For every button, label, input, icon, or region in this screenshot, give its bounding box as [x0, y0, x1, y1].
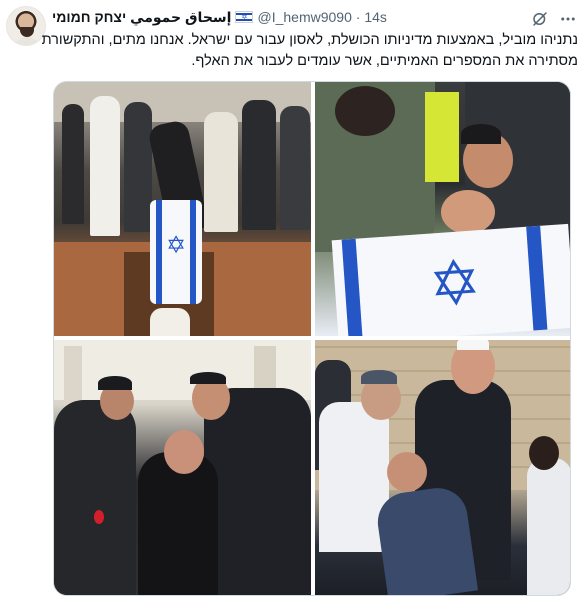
woman-right: [527, 458, 570, 595]
mourner-figure: [280, 106, 310, 230]
photo-collapsed-mourner[interactable]: [315, 340, 570, 595]
safety-vest: [425, 92, 459, 182]
woman-right-hair: [529, 436, 559, 470]
mourner-figure: [62, 104, 84, 224]
author-line: إسحاق حمومي יצחק חמומי ✡ @I_hemw9090 · 14s: [52, 9, 387, 27]
media-grid: ✡ ✡: [53, 81, 571, 596]
flag-draped-body: ✡: [150, 200, 202, 304]
man-right: [204, 388, 311, 595]
man-left: [54, 400, 136, 595]
timestamp[interactable]: 14s: [364, 9, 387, 25]
mourner-figure: [124, 102, 152, 232]
tweet-text: נתניהו מוביל, באמצעות מדיניותו הכושלת, ל…: [41, 32, 578, 69]
woman-face: [164, 430, 204, 474]
mourner-figure: [204, 112, 238, 232]
kippah: [457, 340, 489, 350]
kippah: [190, 372, 226, 384]
israel-flag-icon: ✡: [235, 11, 254, 23]
photo-mourners-flag[interactable]: ✡: [315, 82, 570, 336]
photo-funeral-grave[interactable]: ✡: [54, 82, 311, 336]
more-icon[interactable]: [557, 8, 579, 30]
separator-dot: ·: [355, 9, 361, 25]
grok-icon[interactable]: [529, 8, 551, 30]
kippah: [461, 124, 501, 144]
woman-patterned-dress: [373, 484, 479, 595]
author-handle[interactable]: @I_hemw9090: [257, 9, 351, 25]
mourner-figure: [242, 100, 276, 230]
mourner-head: [335, 86, 395, 136]
photo-grieving-woman[interactable]: [54, 340, 311, 595]
israeli-flag: ✡: [331, 223, 570, 336]
kippah: [98, 376, 132, 390]
woman-face: [441, 190, 495, 234]
woman-body: [138, 452, 218, 595]
red-rose: [94, 510, 104, 524]
mourner-figure: [90, 96, 120, 236]
woman-face: [387, 452, 427, 492]
mourner-figure: [150, 308, 190, 336]
kippah: [361, 370, 397, 384]
author-display-name[interactable]: إسحاق حمومي יצחק חמומי: [52, 9, 231, 25]
